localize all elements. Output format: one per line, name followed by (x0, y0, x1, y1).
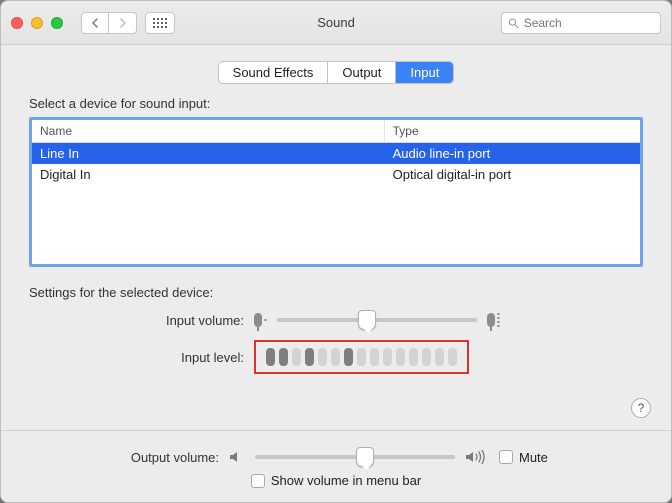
microphone-high-icon (487, 313, 500, 327)
grid-icon (153, 18, 167, 28)
level-segment (448, 348, 457, 366)
table-row[interactable]: Digital In Optical digital-in port (32, 164, 640, 185)
level-segment (266, 348, 275, 366)
forward-button[interactable] (109, 12, 137, 34)
device-type: Audio line-in port (385, 143, 640, 164)
show-volume-row: Show volume in menu bar (29, 473, 643, 488)
speaker-low-icon (229, 450, 245, 464)
search-field[interactable] (501, 12, 661, 34)
level-segment (422, 348, 431, 366)
level-segment (435, 348, 444, 366)
help-button[interactable]: ? (631, 398, 651, 418)
device-settings: Settings for the selected device: Input … (29, 285, 643, 374)
level-segment (331, 348, 340, 366)
input-level-label: Input level: (29, 350, 254, 365)
level-segment (279, 348, 288, 366)
table-row[interactable]: Line In Audio line-in port (32, 143, 640, 164)
sound-prefs-window: Sound Sound Effects Output Input Select … (0, 0, 672, 503)
show-volume-label: Show volume in menu bar (271, 473, 421, 488)
level-segment (383, 348, 392, 366)
speaker-high-icon (465, 450, 487, 464)
level-segment (305, 348, 314, 366)
minimize-button[interactable] (31, 17, 43, 29)
checkbox-box (251, 474, 265, 488)
output-volume-slider[interactable] (255, 447, 455, 467)
back-button[interactable] (81, 12, 109, 34)
output-volume-row: Output volume: Mute (29, 447, 643, 467)
close-button[interactable] (11, 17, 23, 29)
tab-input[interactable]: Input (396, 62, 453, 83)
select-device-heading: Select a device for sound input: (29, 96, 643, 111)
show-volume-checkbox[interactable]: Show volume in menu bar (251, 473, 421, 488)
table-header: Name Type (32, 120, 640, 143)
level-segment (357, 348, 366, 366)
chevron-right-icon (119, 18, 127, 28)
footer: Output volume: Mute Show volume in menu … (1, 430, 671, 502)
tab-sound-effects[interactable]: Sound Effects (219, 62, 329, 83)
titlebar: Sound (1, 1, 671, 45)
mute-checkbox[interactable]: Mute (499, 450, 548, 465)
chevron-left-icon (91, 18, 99, 28)
zoom-button[interactable] (51, 17, 63, 29)
microphone-low-icon (254, 313, 267, 327)
input-level-row: Input level: (29, 340, 643, 374)
output-volume-label: Output volume: (29, 450, 229, 465)
level-segment (409, 348, 418, 366)
settings-heading: Settings for the selected device: (29, 285, 643, 300)
level-segment (292, 348, 301, 366)
level-segment (318, 348, 327, 366)
input-volume-row: Input volume: (29, 310, 643, 330)
input-volume-label: Input volume: (29, 313, 254, 328)
checkbox-box (499, 450, 513, 464)
level-segment (396, 348, 405, 366)
input-volume-slider[interactable] (277, 310, 477, 330)
tab-bar: Sound Effects Output Input (1, 61, 671, 84)
device-name: Digital In (32, 164, 385, 185)
nav-group (81, 12, 137, 34)
level-segment (344, 348, 353, 366)
traffic-lights (11, 17, 63, 29)
search-input[interactable] (524, 16, 654, 30)
content-area: Select a device for sound input: Name Ty… (1, 84, 671, 394)
mute-label: Mute (519, 450, 548, 465)
device-type: Optical digital-in port (385, 164, 640, 185)
input-level-meter (254, 340, 469, 374)
segmented-control: Sound Effects Output Input (218, 61, 455, 84)
column-name[interactable]: Name (32, 120, 385, 142)
device-name: Line In (32, 143, 385, 164)
input-device-table[interactable]: Name Type Line In Audio line-in port Dig… (29, 117, 643, 267)
tab-output[interactable]: Output (328, 62, 396, 83)
column-type[interactable]: Type (385, 120, 640, 142)
level-segment (370, 348, 379, 366)
search-icon (508, 17, 519, 29)
show-all-button[interactable] (145, 12, 175, 34)
